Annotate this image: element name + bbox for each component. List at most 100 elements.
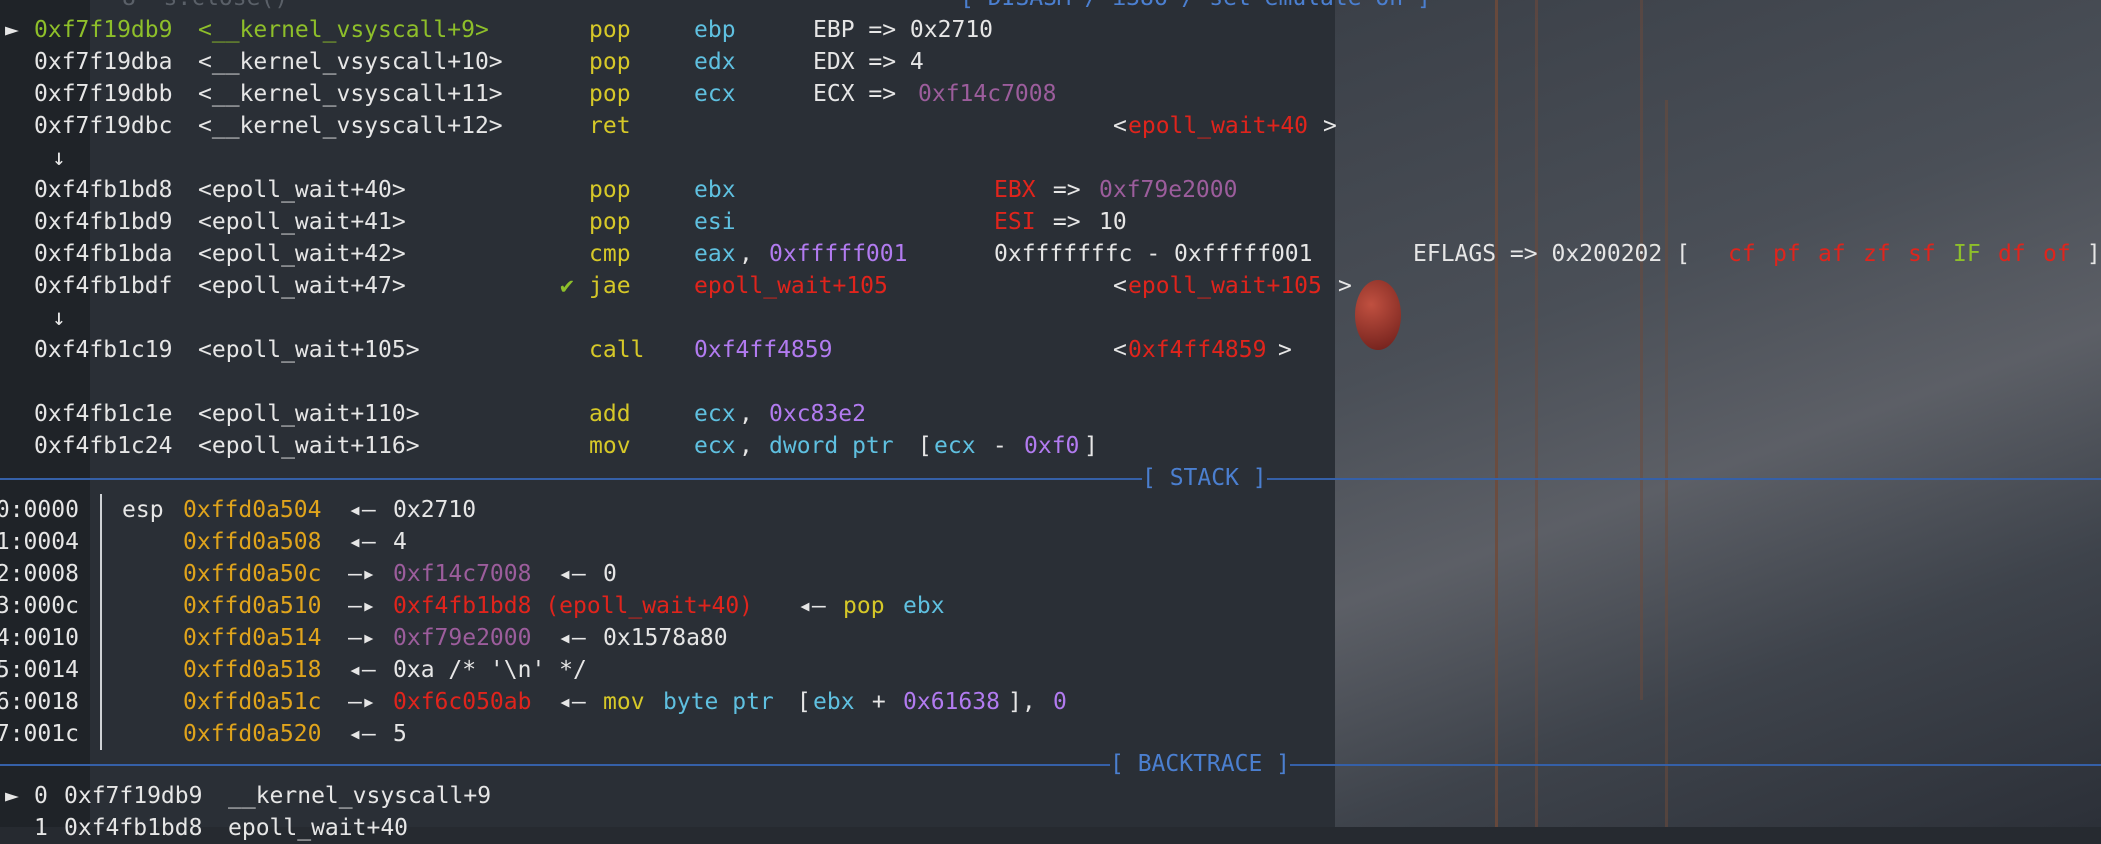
target-bracket: > bbox=[1338, 273, 1352, 299]
current-frame-marker-icon: ► bbox=[5, 783, 19, 809]
register-new-value: 10 bbox=[1099, 209, 1127, 235]
stack-value: 0xf14c7008 bbox=[393, 561, 532, 587]
instruction-symbol: <epoll_wait+41> bbox=[198, 209, 406, 235]
instruction-operand: ecx bbox=[694, 81, 736, 107]
operand-separator: , bbox=[739, 433, 767, 459]
pointer-arrow: —▸ bbox=[348, 561, 376, 587]
target-bracket: > bbox=[1323, 113, 1337, 139]
target-bracket: < bbox=[1113, 113, 1127, 139]
pointer-arrow: —▸ bbox=[348, 593, 376, 619]
bracket: [ bbox=[783, 689, 811, 715]
down-arrow-icon: ↓ bbox=[52, 145, 66, 171]
pointer-arrow: ◂— bbox=[348, 657, 376, 683]
stack-offset: 06:0018 bbox=[0, 689, 79, 715]
stack-value: 0xf4fb1bd8 (epoll_wait+40) bbox=[393, 593, 754, 619]
eflag-cf: cf bbox=[1728, 241, 1756, 267]
changed-register: EBX bbox=[994, 177, 1036, 203]
blank-row bbox=[0, 366, 2101, 398]
stack-offset: 00:0000 bbox=[0, 497, 79, 523]
eflag-if: IF bbox=[1953, 241, 1981, 267]
operand-immediate: 0xc83e2 bbox=[769, 401, 866, 427]
stack-register: esp bbox=[122, 497, 164, 523]
flow-arrow-row: ↓ bbox=[0, 142, 2101, 174]
instruction-mnemonic: cmp bbox=[589, 241, 631, 267]
stack-row: 04:0010 0xffd0a514 —▸ 0xf79e2000 ◂— 0x1578a80 bbox=[0, 622, 2101, 654]
deref-instruction-mnemonic: pop bbox=[843, 593, 885, 619]
stack-offset: 04:0010 bbox=[0, 625, 79, 651]
stack-row: 03:000c 0xffd0a510 —▸ 0xf4fb1bd8 (epoll_wai… bbox=[0, 590, 2101, 622]
disasm-row: 0xf7f19dba <__kernel_vsyscall+10> pop edx ED… bbox=[0, 46, 2101, 78]
stack-offset: 01:0004 bbox=[0, 529, 79, 555]
stack-section-label: [ STACK ] bbox=[1142, 462, 1267, 494]
stack-row: 05:0014 0xffd0a518 ◂— 0xa /* '\n' */ bbox=[0, 654, 2101, 686]
deref-instruction-operand: ebx bbox=[903, 593, 945, 619]
stack-address: 0xffd0a520 bbox=[183, 721, 322, 747]
pointer-arrow: —▸ bbox=[348, 689, 376, 715]
operand-register: ecx bbox=[934, 433, 976, 459]
stack-row: 01:0004 0xffd0a508 ◂— 4 bbox=[0, 526, 2101, 558]
stack-address: 0xffd0a510 bbox=[183, 593, 322, 619]
operand-separator: , bbox=[739, 401, 767, 427]
instruction-mnemonic: call bbox=[589, 337, 645, 363]
eflag-sf: sf bbox=[1908, 241, 1936, 267]
pointer-arrow: ◂— bbox=[348, 721, 376, 747]
register-annotation: EBP => 0x2710 bbox=[813, 17, 994, 43]
disasm-row: 0xf4fb1c24 <epoll_wait+116> mov ecx, dword … bbox=[0, 430, 2101, 462]
branch-target: epoll_wait+105 bbox=[1128, 273, 1322, 299]
instruction-symbol: <epoll_wait+110> bbox=[198, 401, 420, 427]
register-new-value: 0xf79e2000 bbox=[1099, 177, 1238, 203]
deref-arrow: ◂— bbox=[558, 561, 586, 587]
instruction-mnemonic: pop bbox=[589, 209, 631, 235]
backtrace-frame: 1 0xf4fb1bd8 epoll_wait+40 bbox=[0, 812, 2101, 844]
operand-immediate: 0x61638 bbox=[903, 689, 1000, 715]
deref-arrow: ◂— bbox=[558, 625, 586, 651]
instruction-address: 0xf7f19dbb bbox=[34, 81, 173, 107]
target-bracket: < bbox=[1113, 273, 1127, 299]
stack-row: 02:0008 0xffd0a50c —▸ 0xf14c7008 ◂— 0 bbox=[0, 558, 2101, 590]
bracket: [ bbox=[904, 433, 932, 459]
instruction-mnemonic: pop bbox=[589, 81, 631, 107]
disasm-row: 0xf4fb1c1e <epoll_wait+110> add ecx, 0xc83e… bbox=[0, 398, 2101, 430]
instruction-symbol: <__kernel_vsyscall+11> bbox=[198, 81, 503, 107]
compare-calculation: 0xfffffffc - 0xfffff001 bbox=[994, 241, 1313, 267]
annotation-arrow: => bbox=[1039, 177, 1095, 203]
stack-value: 5 bbox=[393, 721, 407, 747]
deref-value: 0x1578a80 bbox=[603, 625, 728, 651]
instruction-operand: 0xf4ff4859 bbox=[694, 337, 833, 363]
instruction-operand: esi bbox=[694, 209, 736, 235]
deref-arrow: ◂— bbox=[558, 689, 586, 715]
instruction-operand: edx bbox=[694, 49, 736, 75]
stack-address: 0xffd0a504 bbox=[183, 497, 322, 523]
operand-register: ebx bbox=[813, 689, 855, 715]
instruction-symbol: <epoll_wait+40> bbox=[198, 177, 406, 203]
instruction-address: 0xf7f19db9 bbox=[34, 17, 173, 43]
register-annotation-value: 0xf14c7008 bbox=[918, 81, 1057, 107]
stack-address: 0xffd0a514 bbox=[183, 625, 322, 651]
deref-arrow: ◂— bbox=[798, 593, 826, 619]
instruction-symbol: <epoll_wait+105> bbox=[198, 337, 420, 363]
stack-row: 00:0000 esp 0xffd0a504 ◂— 0x2710 bbox=[0, 494, 2101, 526]
stack-address: 0xffd0a50c bbox=[183, 561, 322, 587]
stack-section-rule bbox=[0, 478, 2101, 480]
disasm-row: 0xf4fb1bda <epoll_wait+42> cmp eax, 0xfffff… bbox=[0, 238, 2101, 270]
stack-offset: 05:0014 bbox=[0, 657, 79, 683]
instruction-address: 0xf4fb1c1e bbox=[34, 401, 173, 427]
disasm-row: 0xf7f19dbc <__kernel_vsyscall+12> ret < epol… bbox=[0, 110, 2101, 142]
stack-address: 0xffd0a51c bbox=[183, 689, 322, 715]
instruction-address: 0xf4fb1c19 bbox=[34, 337, 173, 363]
eflags-close: ] bbox=[2073, 241, 2101, 267]
instruction-operand: ecx bbox=[694, 401, 736, 427]
operator: + bbox=[858, 689, 900, 715]
instruction-address: 0xf4fb1bdf bbox=[34, 273, 173, 299]
instruction-address: 0xf7f19dbc bbox=[34, 113, 173, 139]
branch-taken-check-icon: ✔ bbox=[560, 273, 574, 299]
stack-value: 0xf6c050ab bbox=[393, 689, 532, 715]
frame-address: 0xf7f19db9 bbox=[64, 783, 203, 809]
frame-symbol: epoll_wait+40 bbox=[228, 815, 409, 841]
frame-address: 0xf4fb1bd8 bbox=[64, 815, 203, 841]
eflag-af: af bbox=[1818, 241, 1846, 267]
branch-target: 0xf4ff4859 bbox=[1128, 337, 1267, 363]
disasm-row: 0xf4fb1bdf <epoll_wait+47> ✔ jae epoll_wait+… bbox=[0, 270, 2101, 302]
operand-size-keyword: byte ptr bbox=[663, 689, 774, 715]
stack-value: 4 bbox=[393, 529, 407, 555]
